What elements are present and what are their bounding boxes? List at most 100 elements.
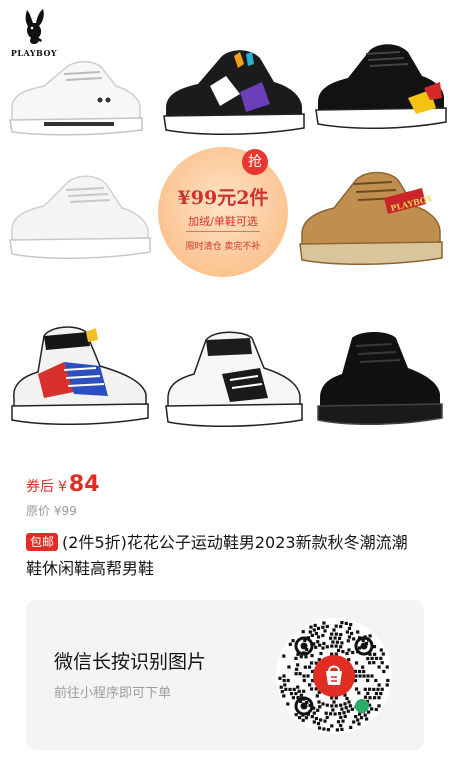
qr-dot	[308, 683, 312, 687]
qr-dot	[308, 630, 312, 634]
free-shipping-badge: 包邮	[26, 533, 59, 551]
qr-dot	[372, 661, 376, 665]
promo-note: 限时清仓 卖完不补	[185, 242, 261, 252]
qr-dot	[334, 644, 338, 648]
qr-dot	[296, 685, 300, 689]
qr-dot	[356, 718, 360, 722]
coupon-price-value: 84	[68, 472, 100, 497]
qr-dot	[316, 708, 320, 712]
original-price: 原价 ¥99	[26, 504, 77, 518]
qr-dot	[329, 712, 333, 716]
qr-dot	[288, 642, 292, 646]
qr-dot	[325, 715, 329, 719]
qr-dot	[312, 628, 316, 632]
qr-dot	[347, 635, 352, 639]
qr-dot	[342, 711, 346, 715]
qr-dot	[366, 691, 370, 695]
black-knit-runner-yellow-sole	[315, 44, 447, 129]
pinduoduo-icon	[313, 655, 355, 697]
qr-dot	[374, 692, 379, 696]
qr-dot	[349, 725, 353, 729]
promo-badge: 抢	[242, 149, 268, 175]
promo-subtitle: 加绒/单鞋可选	[188, 215, 258, 228]
qr-dot	[321, 646, 325, 650]
qr-dot	[346, 639, 350, 643]
qr-dot	[374, 707, 378, 712]
qr-dot	[323, 629, 327, 633]
qr-dot	[322, 641, 326, 646]
qr-dot	[358, 669, 362, 674]
qr-dot	[351, 650, 355, 655]
qr-dot	[341, 719, 345, 723]
product-title[interactable]: 包邮 (2件5折)花花公子运动鞋男2023新款秋冬潮流潮鞋休闲鞋高帮男鞋	[26, 530, 416, 582]
qr-card-title: 微信长按识别图片	[54, 651, 207, 673]
qr-dot	[288, 687, 292, 691]
qr-dot	[317, 726, 322, 730]
qr-dot	[336, 720, 341, 724]
qr-dot	[302, 674, 306, 678]
qr-dot	[338, 636, 342, 640]
qr-dot	[295, 667, 299, 671]
qr-dot	[334, 624, 338, 628]
qr-dot	[282, 654, 286, 658]
qr-dot	[324, 711, 328, 715]
qr-dot	[306, 674, 310, 678]
qr-dot	[341, 650, 345, 654]
qr-dot	[370, 674, 374, 678]
qr-dot	[316, 640, 320, 644]
qr-dot	[377, 704, 381, 708]
qr-dot	[359, 716, 364, 720]
white-mesh-sneaker	[9, 175, 151, 259]
qr-dot	[312, 711, 316, 715]
qr-dot	[373, 652, 377, 656]
qr-dot	[347, 626, 352, 630]
promo-divider	[186, 231, 260, 232]
qr-dot	[321, 633, 325, 638]
qr-dot	[286, 678, 290, 683]
qr-dot	[292, 687, 296, 691]
coupon-price-label: 券后	[26, 479, 54, 495]
miniprogram-qr-card[interactable]: 微信长按识别图片 前往小程序即可下单	[26, 600, 424, 750]
qr-dot	[316, 635, 321, 639]
qr-dot	[340, 707, 344, 711]
qr-dot	[329, 636, 333, 640]
qr-dot	[358, 674, 362, 678]
qr-dot	[321, 625, 325, 629]
qr-dot	[294, 656, 298, 660]
qr-dot	[377, 683, 381, 687]
qr-dot	[385, 683, 389, 687]
qr-dot	[314, 645, 318, 649]
qr-dot	[312, 720, 316, 724]
qr-dot	[289, 692, 294, 696]
qr-dot	[308, 665, 312, 669]
qr-dot	[352, 720, 356, 724]
qr-dot	[349, 623, 353, 627]
qr-dot	[321, 702, 325, 706]
qr-dot	[340, 641, 344, 645]
qr-dot	[291, 639, 295, 643]
qr-dot	[339, 633, 343, 637]
qr-dot	[374, 656, 379, 660]
qr-dot	[325, 645, 329, 649]
qr-dot	[347, 648, 351, 652]
qr-dot	[291, 696, 295, 700]
qr-dot	[318, 643, 322, 647]
qr-dot	[294, 672, 298, 676]
qr-dot	[304, 716, 309, 720]
qr-dot	[333, 636, 337, 640]
qr-dot	[323, 719, 327, 723]
qr-dot	[358, 712, 362, 716]
qr-dot	[381, 652, 385, 656]
wechat-mark-icon	[355, 699, 369, 713]
qr-dot	[335, 640, 339, 644]
qr-dot	[330, 632, 334, 636]
product-title-text: (2件5折)花花公子运动鞋男2023新款秋冬潮流潮鞋休闲鞋高帮男鞋	[26, 533, 408, 578]
miniprogram-qr-code[interactable]	[276, 618, 392, 734]
qr-dot	[352, 637, 356, 641]
qr-dot	[332, 700, 336, 704]
high-top-white-black-graphic	[165, 331, 303, 427]
qr-dot	[367, 710, 371, 714]
qr-eye-center	[300, 642, 308, 650]
product-image[interactable]: PLAYBOY 抢 ¥99元2件 加绒/单鞋可选 限时清仓 卖完不补 PLAYB…	[0, 0, 450, 462]
qr-dot	[280, 690, 284, 694]
